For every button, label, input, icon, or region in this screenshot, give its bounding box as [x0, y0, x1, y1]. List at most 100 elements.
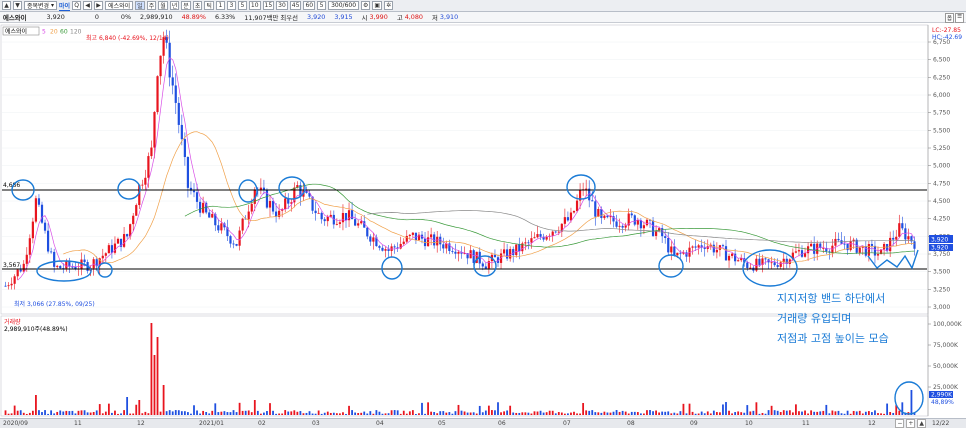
volume-bar — [491, 410, 493, 415]
volume-bar — [706, 411, 709, 415]
candle-body — [37, 198, 41, 205]
pan-icon[interactable]: ▲ — [917, 419, 926, 428]
zoom-out-icon[interactable]: − — [895, 419, 905, 428]
volume-bar — [62, 411, 65, 415]
interval-60[interactable]: 60 — [303, 1, 316, 10]
interval-1[interactable]: 1 — [215, 1, 225, 10]
candle-body — [636, 220, 639, 225]
period-year[interactable]: 년 — [169, 1, 180, 10]
candle-body — [715, 249, 718, 253]
search-icon[interactable]: Q — [72, 1, 82, 10]
volume-bar — [402, 410, 405, 415]
settings-icon[interactable]: ⚙ — [361, 1, 371, 10]
volume-bar — [396, 410, 399, 415]
v-tick-label: 25,000K — [933, 384, 959, 391]
candle-body — [664, 236, 667, 238]
candle-body — [153, 112, 156, 148]
volume-bar — [83, 410, 86, 415]
period-month[interactable]: 월 — [158, 1, 168, 10]
volume-bar — [867, 411, 870, 415]
candle-body — [220, 223, 223, 231]
volume-bar — [129, 413, 132, 415]
x-label-15: 12/22 — [932, 420, 950, 427]
best-sell: 3,920 — [307, 13, 326, 21]
period-second[interactable]: 초 — [192, 1, 203, 10]
interval-45[interactable]: 45 — [289, 1, 302, 10]
volume-bar — [719, 412, 721, 415]
volume-bar — [296, 411, 299, 415]
annotation-line-1: 지지저항 밴드 하단에서 — [777, 291, 885, 305]
gear-icon[interactable]: ✲ — [384, 1, 394, 10]
volume-bar — [837, 410, 840, 415]
prev-icon[interactable]: ◀ — [83, 1, 93, 10]
period-tick[interactable]: 틱 — [204, 1, 214, 10]
menu-icon[interactable]: ☰ — [955, 13, 964, 23]
volume-bar — [22, 412, 25, 415]
interval-extra[interactable]: 5 — [317, 1, 327, 10]
volume-bar — [187, 412, 189, 415]
candle-body — [600, 208, 603, 218]
candle-body — [621, 225, 624, 228]
save-icon[interactable]: ▣ — [372, 1, 383, 10]
current-price-tag-text: 3,920 — [931, 237, 948, 244]
v-tick-label: 100,000K — [933, 321, 963, 328]
volume-bar — [238, 402, 241, 415]
y-tick-label: 3,500 — [933, 269, 950, 276]
current-price: 3,920 — [46, 13, 65, 21]
interval-15[interactable]: 15 — [262, 1, 275, 10]
candle-body — [758, 258, 761, 265]
interval-10[interactable]: 10 — [248, 1, 261, 10]
volume-bar — [694, 413, 697, 415]
candle-body — [670, 246, 673, 253]
candle-body — [703, 247, 706, 249]
volume-bar — [487, 405, 490, 415]
period-day[interactable]: 일 — [135, 1, 145, 10]
candle-body — [314, 210, 317, 214]
interval-30[interactable]: 30 — [276, 1, 288, 10]
volume-bar — [840, 413, 843, 415]
volume-bar — [308, 411, 311, 415]
x-label-14: 12 — [868, 420, 876, 427]
candle-body — [472, 250, 475, 264]
volume-bar — [515, 412, 518, 415]
candle-body — [797, 250, 801, 252]
up-button[interactable]: ▲ — [2, 1, 11, 10]
volume-bar — [807, 413, 809, 415]
stock-code-input[interactable]: 에스와이 — [105, 1, 134, 10]
price-volume-chart[interactable]: 6,7506,5006,2506,0005,7505,5005,2505,000… — [0, 24, 966, 418]
volume-bar — [722, 404, 724, 415]
volume-bar — [801, 411, 803, 415]
chart-area[interactable]: 6,750 6,500 6,250 6,000 5,750 5,500 5,250 5,000… — [0, 24, 966, 428]
interval-3[interactable]: 3 — [226, 1, 236, 10]
volume-bar — [342, 412, 344, 415]
volume-bar — [588, 410, 591, 415]
interval-5[interactable]: 5 — [237, 1, 247, 10]
candle-body — [430, 234, 433, 238]
volume-bar — [71, 410, 74, 415]
next-icon[interactable]: ▶ — [94, 1, 104, 10]
options-button[interactable]: 옵 — [945, 13, 955, 23]
stock-change-combo[interactable]: 종목변경 ▾ — [24, 1, 58, 10]
candle-body — [43, 222, 47, 231]
candle-body — [673, 246, 676, 256]
y-tick-label: 4,750 — [933, 180, 950, 187]
x-label-8: 06 — [498, 420, 506, 427]
my-tab[interactable]: 마이 — [59, 1, 71, 11]
x-label-11: 09 — [690, 420, 698, 427]
zoom-in-icon[interactable]: + — [906, 419, 916, 428]
candle-body — [773, 262, 776, 266]
down-button[interactable]: ▼ — [13, 1, 22, 10]
volume-bar — [758, 413, 761, 415]
period-week[interactable]: 주 — [146, 1, 157, 10]
y-tick-label: 6,000 — [933, 92, 950, 99]
candle-body — [551, 231, 554, 236]
count-input[interactable]: 300/600 — [328, 1, 360, 10]
volume-bar — [150, 323, 153, 415]
volume-bar — [466, 412, 469, 415]
candle-body — [691, 246, 694, 248]
candle-body — [317, 212, 320, 214]
period-minute[interactable]: 분 — [181, 1, 191, 10]
volume-bar — [424, 413, 426, 415]
candle-body — [13, 276, 16, 284]
candle-body — [855, 239, 858, 253]
